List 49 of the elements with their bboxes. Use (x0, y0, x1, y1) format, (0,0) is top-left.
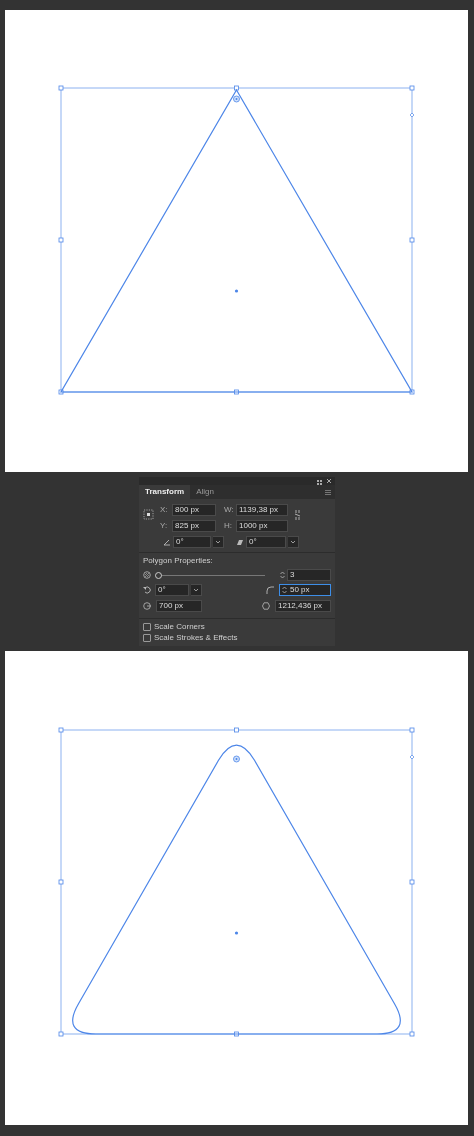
link-icon[interactable] (294, 509, 301, 521)
input-field[interactable]: 800 px (172, 504, 216, 516)
collapse-icon[interactable] (317, 479, 322, 483)
side-handle-icon[interactable] (409, 754, 415, 760)
center-point (234, 289, 239, 293)
input-field[interactable]: 825 px (172, 520, 216, 532)
radius-icon (143, 602, 151, 610)
close-icon[interactable] (327, 479, 331, 483)
input-field[interactable]: 0° (246, 536, 286, 548)
center-point (234, 931, 239, 935)
input-field[interactable]: 50 px (279, 584, 331, 596)
input-field[interactable]: 1000 px (236, 520, 288, 532)
checkbox-label: Scale Corners (154, 623, 205, 631)
menu-icon[interactable] (325, 489, 331, 495)
field-label: X: (160, 506, 169, 514)
hexagon-icon (262, 602, 270, 610)
checkbox-label: Scale Strokes & Effects (154, 634, 238, 642)
corner-radius-icon (266, 586, 274, 594)
corner-widget-icon[interactable] (233, 95, 240, 103)
checkbox[interactable] (143, 634, 151, 642)
corner-widget-icon[interactable] (233, 755, 240, 763)
input-field[interactable]: 0° (155, 584, 189, 596)
section-title: Polygon Properties: (143, 557, 213, 565)
field-label: H: (224, 522, 233, 530)
angle-icon (163, 538, 171, 546)
polygon-sides-icon (143, 571, 151, 579)
caret-icon (194, 588, 198, 592)
panel-tab[interactable]: Transform (139, 485, 191, 499)
caret-icon (291, 540, 295, 544)
input-field[interactable]: 0° (173, 536, 211, 548)
dropdown-button[interactable] (191, 584, 202, 596)
input-field[interactable]: 3 (287, 569, 331, 581)
slider-thumb[interactable] (155, 571, 162, 579)
checkbox[interactable] (143, 623, 151, 631)
input-field[interactable]: 1212,436 px (275, 600, 331, 612)
dropdown-button[interactable] (213, 536, 224, 548)
caret-icon (216, 540, 220, 544)
field-label: Y: (160, 522, 169, 530)
stepper-icon[interactable] (282, 586, 287, 594)
stepper-icon[interactable] (280, 571, 285, 579)
rotate-icon (143, 586, 151, 594)
dropdown-button[interactable] (288, 536, 299, 548)
slider-track[interactable] (155, 571, 265, 579)
field-label: W: (224, 506, 234, 514)
input-field[interactable]: 700 px (156, 600, 202, 612)
shear-icon (236, 538, 244, 546)
side-handle-icon[interactable] (409, 112, 415, 118)
reference-point-icon[interactable] (143, 509, 154, 520)
input-field[interactable]: 1139,38 px (236, 504, 288, 516)
